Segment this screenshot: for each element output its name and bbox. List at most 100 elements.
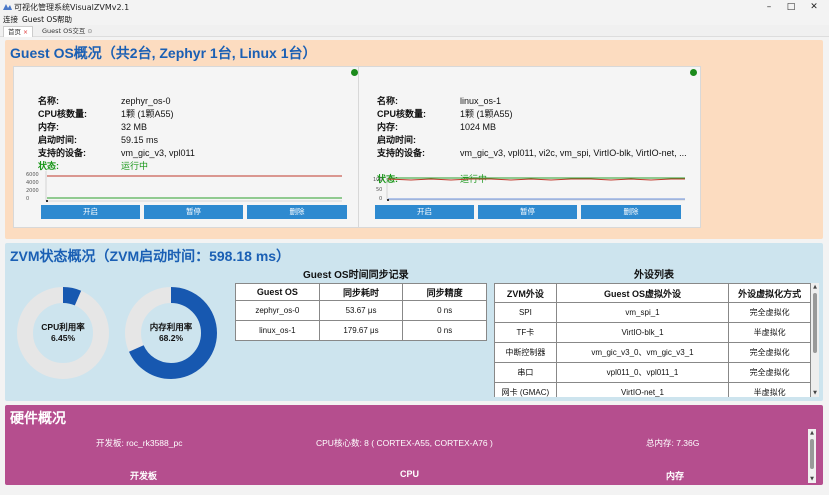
table-row: 网卡 (GMAC) VirtIO-net_1 半虚拟化 [494, 382, 811, 397]
guest-section-title: Guest OS概况（共2台, Zephyr 1台, Linux 1台） [10, 45, 317, 61]
memory-usage-donut: 内存利用率 68.2% [123, 285, 219, 381]
close-icon[interactable]: ✕ [802, 0, 826, 14]
peripheral-table: ZVM外设 Guest OS虚拟外设 外设虚拟化方式 SPI vm_spi_1 完全… [494, 283, 811, 397]
scroll-up-icon[interactable]: ▲ [808, 429, 816, 437]
table-cell: 完全虚拟化 [728, 302, 811, 323]
tick-label: 2000 [26, 188, 39, 194]
field-value: 1颗 (1颗A55) [460, 109, 513, 119]
field-label: 支持的设备: [38, 148, 86, 158]
field-value: zephyr_os-0 [121, 96, 171, 106]
tick-label: 100 [373, 177, 383, 183]
scroll-down-icon[interactable]: ▼ [811, 389, 819, 397]
time-sync-table: Guest OS 同步耗时 同步精度 zephyr_os-0 53.67 μs … [235, 283, 487, 341]
pause-button[interactable]: 暂停 [144, 205, 243, 219]
col-header: Guest OS虚拟外设 [555, 283, 730, 303]
scrollbar-thumb[interactable] [810, 439, 814, 469]
hw-section-title: 硬件概况 [10, 410, 66, 426]
usage-sparkline-chart: 100 50 0 [373, 176, 685, 202]
table-row: 中断控制器 vm_gic_v3_0、vm_gic_v3_1 完全虚拟化 [494, 342, 811, 363]
field-value: 59.15 ms [121, 135, 159, 145]
tab-home[interactable]: 首页 × [3, 26, 34, 37]
table-cell: 串口 [494, 362, 557, 383]
cpu-usage-value: 6.45% [50, 333, 76, 343]
col-header: ZVM外设 [494, 283, 557, 303]
menu-bar: 连接 Guest OS 帮助 [0, 14, 829, 25]
menu-guest-os[interactable]: Guest OS [22, 14, 57, 25]
scroll-down-icon[interactable]: ▼ [808, 475, 816, 483]
field-value: 1颗 (1颗A55) [121, 109, 174, 119]
minimize-icon[interactable]: – [757, 0, 781, 14]
delete-button[interactable]: 删除 [581, 205, 681, 219]
field-label: 名称: [38, 96, 59, 106]
field-label: 内存: [38, 122, 59, 132]
pause-button[interactable]: 暂停 [478, 205, 577, 219]
zvm-section-title: ZVM状态概况（ZVM启动时间：598.18 ms） [10, 248, 291, 264]
table-cell: 中断控制器 [494, 342, 557, 363]
field-label: 启动时间: [38, 135, 77, 145]
tab-bar: 首页 × Guest OS交互 ⊙ [0, 25, 829, 37]
device-table-title: 外设列表 [634, 270, 674, 281]
table-row: 串口 vpl011_0、vpl011_1 完全虚拟化 [494, 362, 811, 383]
status-dot [690, 69, 697, 76]
col-header: 同步耗时 [318, 283, 404, 301]
table-cell: zephyr_os-0 [235, 300, 320, 321]
hw-col-board: 开发板 [130, 471, 158, 481]
tab-guest-label: Guest OS交互 [42, 27, 86, 35]
table-cell: TF卡 [494, 322, 557, 343]
tick-label: 50 [376, 187, 382, 193]
window-titlebar: 可视化管理系统VisualZVMv2.1 – □ ✕ [0, 0, 829, 14]
usage-sparkline-chart: 6000 4000 2000 0 [26, 171, 342, 202]
menu-connect[interactable]: 连接 [3, 14, 18, 25]
start-button[interactable]: 开启 [41, 205, 140, 219]
device-table-scrollbar[interactable]: ▲ ▼ [811, 283, 819, 397]
col-header: 同步精度 [402, 283, 487, 301]
hw-col-cpu: CPU [400, 469, 420, 479]
field-label: 名称: [377, 96, 398, 106]
maximize-icon[interactable]: □ [779, 0, 803, 14]
col-header: 外设虚拟化方式 [728, 283, 811, 303]
col-header: Guest OS [235, 283, 320, 301]
field-label: 启动时间: [377, 135, 416, 145]
table-cell: SPI [494, 302, 557, 323]
tab-guest-os-interaction[interactable]: Guest OS交互 ⊙ [38, 26, 96, 37]
window-title: 可视化管理系统VisualZVMv2.1 [14, 3, 130, 12]
cpu-cores-info: CPU核心数: 8 ( CORTEX-A55, CORTEX-A76 ) [316, 438, 493, 448]
table-cell: VirtIO-net_1 [555, 382, 730, 397]
table-cell: VirtIO-blk_1 [555, 322, 730, 343]
field-label: CPU核数量: [38, 109, 87, 119]
field-label: 内存: [377, 122, 398, 132]
table-cell: 完全虚拟化 [728, 362, 811, 383]
start-button[interactable]: 开启 [375, 205, 474, 219]
table-row: TF卡 VirtIO-blk_1 半虚拟化 [494, 322, 811, 343]
table-cell: vm_spi_1 [555, 302, 730, 323]
device-table-viewport[interactable]: ZVM外设 Guest OS虚拟外设 外设虚拟化方式 SPI vm_spi_1 完全… [494, 283, 819, 397]
cpu-usage-donut: CPU利用率 6.45% [15, 285, 111, 381]
guest-card-linux: 名称: linux_os-1 CPU核数量: 1颗 (1颗A55) 内存: 1024 … [358, 66, 701, 228]
hardware-overview: 硬件概况 开发板: roc_rk3588_pc CPU核心数: 8 ( CORT… [5, 405, 823, 485]
zvm-status-overview: ZVM状态概况（ZVM启动时间：598.18 ms） CPU利用率 6.45% … [5, 243, 823, 401]
total-memory-info: 总内存: 7.36G [646, 438, 700, 448]
delete-button[interactable]: 删除 [247, 205, 347, 219]
hw-scrollbar[interactable]: ▲ ▼ [808, 429, 816, 483]
tab-close-icon[interactable]: ⊙ [87, 28, 92, 35]
field-value: linux_os-1 [460, 96, 502, 106]
status-dot [351, 69, 358, 76]
tick-label: 0 [379, 196, 382, 202]
table-cell: 完全虚拟化 [728, 342, 811, 363]
table-cell: vpl011_0、vpl011_1 [555, 362, 730, 383]
sync-table-title: Guest OS时间同步记录 [303, 270, 409, 281]
table-cell: 0 ns [402, 320, 487, 341]
table-row: linux_os-1 179.67 μs 0 ns [235, 320, 487, 341]
table-cell: 网卡 (GMAC) [494, 382, 557, 397]
field-value: 32 MB [121, 122, 148, 132]
app-icon [3, 4, 12, 10]
tab-close-icon[interactable]: × [23, 29, 28, 36]
field-value: vm_gic_v3, vpl011, vi2c, vm_spi, VirtIO-… [460, 148, 687, 158]
table-cell: 53.67 μs [318, 300, 404, 321]
scrollbar-thumb[interactable] [813, 293, 817, 353]
guest-os-overview: Guest OS概况（共2台, Zephyr 1台, Linux 1台） 名称:… [5, 40, 823, 239]
scroll-up-icon[interactable]: ▲ [811, 283, 819, 291]
table-cell: 179.67 μs [318, 320, 404, 341]
menu-help[interactable]: 帮助 [57, 14, 72, 25]
tick-label: 0 [26, 196, 29, 202]
